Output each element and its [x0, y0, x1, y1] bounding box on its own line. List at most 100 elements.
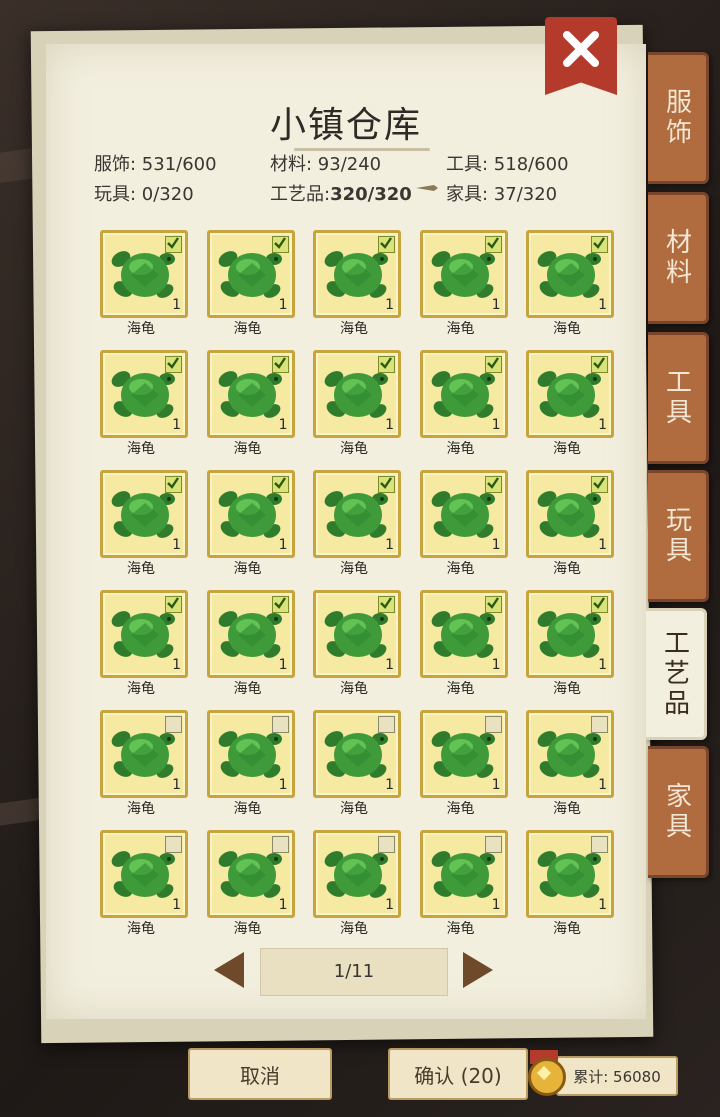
inventory-item[interactable]: 1 海龟 [313, 230, 403, 348]
cancel-button[interactable]: 取消 [188, 1048, 332, 1100]
item-slot[interactable]: 1 [206, 590, 295, 678]
item-slot[interactable]: 1 [419, 470, 508, 558]
checkbox-icon[interactable] [591, 716, 608, 733]
item-slot[interactable]: 1 [313, 230, 401, 318]
inventory-item[interactable]: 1 海龟 [100, 590, 190, 708]
item-slot[interactable]: 1 [100, 590, 188, 678]
item-slot[interactable]: 1 [526, 350, 614, 438]
inventory-item[interactable]: 1 海龟 [313, 470, 403, 588]
item-slot[interactable]: 1 [100, 830, 188, 918]
inventory-item[interactable]: 1 海龟 [206, 470, 297, 588]
tab-materials[interactable]: 材料 [648, 192, 709, 324]
item-slot[interactable]: 1 [419, 710, 508, 798]
arrow-right-icon[interactable] [463, 952, 493, 988]
inventory-item[interactable]: 1 海龟 [206, 590, 297, 708]
inventory-item[interactable]: 1 海龟 [419, 830, 510, 948]
inventory-item[interactable]: 1 海龟 [419, 590, 510, 708]
item-slot[interactable]: 1 [419, 230, 508, 318]
checkbox-icon[interactable] [165, 836, 182, 853]
item-slot[interactable]: 1 [206, 230, 295, 318]
checkbox-icon[interactable] [484, 356, 502, 373]
item-slot[interactable]: 1 [313, 470, 401, 558]
checkbox-icon[interactable] [378, 356, 395, 373]
checkbox-icon[interactable] [484, 836, 502, 853]
inventory-item[interactable]: 1 海龟 [419, 710, 510, 828]
arrow-left-icon[interactable] [214, 952, 244, 988]
item-slot[interactable]: 1 [526, 230, 614, 318]
checkbox-icon[interactable] [271, 356, 289, 373]
inventory-item[interactable]: 1 海龟 [100, 230, 190, 348]
checkbox-icon[interactable] [484, 476, 502, 493]
checkbox-icon[interactable] [271, 236, 289, 253]
tab-furniture[interactable]: 家具 [648, 746, 709, 878]
checkbox-icon[interactable] [165, 596, 182, 613]
inventory-item[interactable]: 1 海龟 [419, 350, 510, 468]
checkbox-icon[interactable] [165, 476, 182, 493]
inventory-item[interactable]: 1 海龟 [313, 590, 403, 708]
item-slot[interactable]: 1 [313, 830, 401, 918]
inventory-item[interactable]: 1 海龟 [526, 710, 616, 828]
item-slot[interactable]: 1 [100, 230, 188, 318]
tab-tools[interactable]: 工具 [648, 332, 709, 464]
checkbox-icon[interactable] [591, 836, 608, 853]
inventory-item[interactable]: 1 海龟 [313, 350, 403, 468]
checkbox-icon[interactable] [165, 236, 182, 253]
item-slot[interactable]: 1 [100, 350, 188, 438]
item-slot[interactable]: 1 [526, 470, 614, 558]
item-slot[interactable]: 1 [526, 710, 614, 798]
item-slot[interactable]: 1 [313, 590, 401, 678]
checkbox-icon[interactable] [484, 236, 502, 253]
checkbox-icon[interactable] [271, 716, 289, 733]
checkbox-icon[interactable] [378, 236, 395, 253]
inventory-item[interactable]: 1 海龟 [526, 350, 616, 468]
item-slot[interactable]: 1 [526, 830, 614, 918]
item-slot[interactable]: 1 [419, 590, 508, 678]
tab-clothing[interactable]: 服饰 [648, 52, 709, 184]
inventory-item[interactable]: 1 海龟 [100, 470, 190, 588]
item-slot[interactable]: 1 [206, 350, 295, 438]
item-slot[interactable]: 1 [206, 710, 295, 798]
checkbox-icon[interactable] [378, 596, 395, 613]
inventory-item[interactable]: 1 海龟 [100, 350, 190, 468]
item-slot[interactable]: 1 [526, 590, 614, 678]
item-slot[interactable]: 1 [206, 830, 295, 918]
inventory-item[interactable]: 1 海龟 [526, 590, 616, 708]
item-slot[interactable]: 1 [419, 830, 508, 918]
inventory-item[interactable]: 1 海龟 [526, 230, 616, 348]
inventory-item[interactable]: 1 海龟 [100, 830, 190, 948]
inventory-item[interactable]: 1 海龟 [206, 830, 297, 948]
item-slot[interactable]: 1 [313, 710, 401, 798]
inventory-item[interactable]: 1 海龟 [206, 230, 297, 348]
item-slot[interactable]: 1 [313, 350, 401, 438]
item-slot[interactable]: 1 [100, 470, 188, 558]
item-slot[interactable]: 1 [419, 350, 508, 438]
inventory-item[interactable]: 1 海龟 [206, 350, 297, 468]
checkbox-icon[interactable] [271, 836, 289, 853]
checkbox-icon[interactable] [378, 716, 395, 733]
checkbox-icon[interactable] [378, 836, 395, 853]
confirm-button[interactable]: 确认 (20) [388, 1048, 528, 1100]
checkbox-icon[interactable] [484, 716, 502, 733]
tab-crafts[interactable]: 工艺品 [646, 608, 707, 740]
checkbox-icon[interactable] [271, 596, 289, 613]
inventory-item[interactable]: 1 海龟 [313, 710, 403, 828]
inventory-item[interactable]: 1 海龟 [526, 830, 616, 948]
inventory-item[interactable]: 1 海龟 [206, 710, 297, 828]
checkbox-icon[interactable] [591, 356, 608, 373]
item-slot[interactable]: 1 [100, 710, 188, 798]
item-slot[interactable]: 1 [206, 470, 295, 558]
inventory-item[interactable]: 1 海龟 [526, 470, 616, 588]
inventory-item[interactable]: 1 海龟 [419, 230, 510, 348]
tab-toys[interactable]: 玩具 [648, 470, 709, 602]
checkbox-icon[interactable] [591, 236, 608, 253]
checkbox-icon[interactable] [484, 596, 502, 613]
inventory-item[interactable]: 1 海龟 [419, 470, 510, 588]
checkbox-icon[interactable] [591, 476, 608, 493]
inventory-item[interactable]: 1 海龟 [100, 710, 190, 828]
checkbox-icon[interactable] [591, 596, 608, 613]
checkbox-icon[interactable] [271, 476, 289, 493]
inventory-item[interactable]: 1 海龟 [313, 830, 403, 948]
checkbox-icon[interactable] [165, 716, 182, 733]
checkbox-icon[interactable] [165, 356, 182, 373]
checkbox-icon[interactable] [378, 476, 395, 493]
